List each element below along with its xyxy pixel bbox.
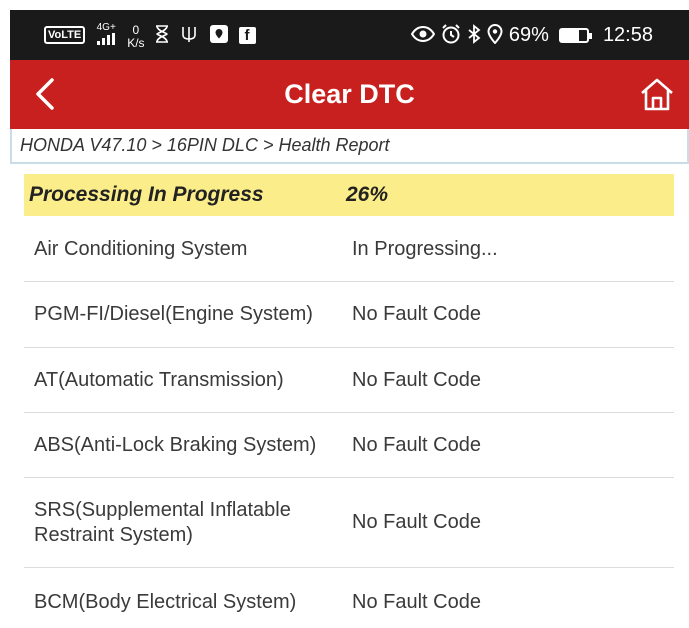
system-status: No Fault Code bbox=[352, 591, 481, 613]
page-title: Clear DTC bbox=[284, 79, 415, 109]
system-status: No Fault Code bbox=[352, 303, 481, 325]
net-speed-unit: K/s bbox=[127, 36, 145, 50]
system-row[interactable]: AT(Automatic Transmission) No Fault Code bbox=[24, 348, 674, 413]
progress-value: 26% bbox=[346, 183, 389, 206]
battery-percent: 69% bbox=[508, 23, 549, 46]
system-name: Air Conditioning System bbox=[34, 238, 248, 260]
net-speed: 0 K/s bbox=[127, 24, 144, 50]
alarm-icon bbox=[441, 23, 461, 47]
system-status: In Progressing... bbox=[352, 238, 498, 260]
system-row[interactable]: Air Conditioning System In Progressing..… bbox=[24, 216, 674, 282]
status-bar: VoLTE 4G+ 0 K/s f 69% 12:58 bbox=[10, 10, 689, 60]
app-header: Clear DTC bbox=[10, 60, 689, 129]
system-name: SRS(Supplemental Inflatable Restraint Sy… bbox=[34, 499, 291, 546]
system-row[interactable]: SRS(Supplemental Inflatable Restraint Sy… bbox=[24, 478, 674, 568]
system-row[interactable]: ABS(Anti-Lock Braking System) No Fault C… bbox=[24, 413, 674, 478]
system-name: AT(Automatic Transmission) bbox=[34, 369, 284, 391]
system-status: No Fault Code bbox=[352, 511, 481, 533]
system-row[interactable]: BCM(Body Electrical System) No Fault Cod… bbox=[24, 568, 674, 628]
status-bar-left: VoLTE 4G+ 0 K/s f bbox=[44, 10, 256, 60]
system-status: No Fault Code bbox=[352, 434, 481, 456]
home-icon bbox=[641, 78, 673, 111]
network-indicator: 4G+ bbox=[95, 21, 117, 48]
network-type: 4G+ bbox=[96, 21, 116, 33]
location-pin-icon bbox=[487, 23, 503, 47]
location-icon bbox=[209, 24, 229, 47]
home-button[interactable] bbox=[639, 76, 675, 112]
volte-badge: VoLTE bbox=[44, 26, 86, 44]
eye-icon bbox=[410, 25, 436, 45]
bluetooth-icon bbox=[467, 23, 481, 47]
progress-label: Processing In Progress bbox=[29, 183, 264, 206]
system-row[interactable]: PGM-FI/Diesel(Engine System) No Fault Co… bbox=[24, 282, 674, 348]
battery-icon bbox=[558, 27, 592, 43]
system-status: No Fault Code bbox=[352, 369, 481, 391]
hourglass-icon bbox=[155, 24, 169, 46]
breadcrumb: HONDA V47.10 > 16PIN DLC > Health Report bbox=[10, 129, 689, 164]
clock: 12:58 bbox=[602, 23, 653, 46]
progress-banner: Processing In Progress 26% bbox=[24, 174, 674, 216]
facebook-icon: f bbox=[238, 26, 256, 44]
battery-fill bbox=[560, 29, 579, 41]
system-list: Air Conditioning System In Progressing..… bbox=[24, 216, 674, 628]
status-bar-right: 69% 12:58 bbox=[410, 10, 653, 60]
system-name: ABS(Anti-Lock Braking System) bbox=[34, 434, 317, 456]
system-name: PGM-FI/Diesel(Engine System) bbox=[34, 303, 313, 325]
usb-icon bbox=[179, 25, 199, 46]
signal-icon bbox=[95, 32, 117, 48]
system-name: BCM(Body Electrical System) bbox=[34, 591, 297, 613]
